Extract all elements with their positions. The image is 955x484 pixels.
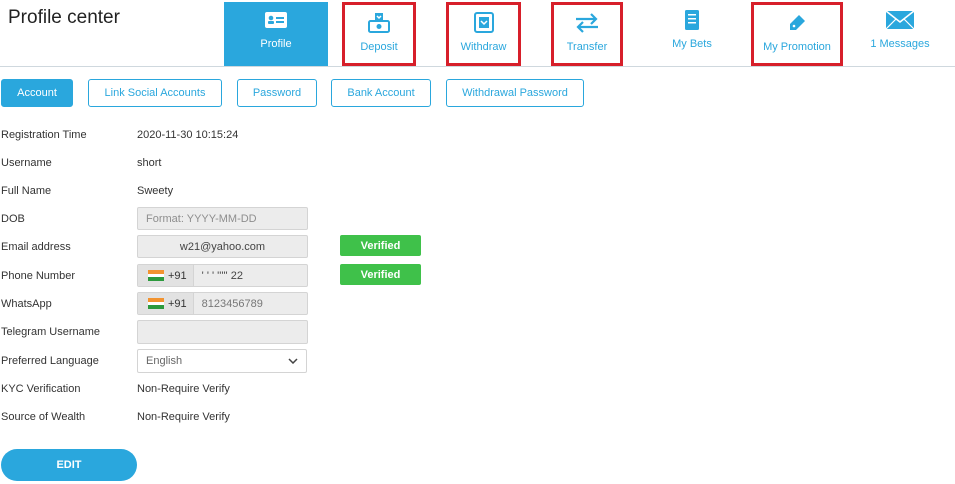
email-value: w21@yahoo.com [179,240,266,253]
dob-label: DOB [1,213,25,225]
header-divider [0,66,955,67]
deposit-icon [367,11,391,35]
whatsapp-field[interactable]: +91 8123456789 [137,292,308,315]
tab-my-bets-label: My Bets [672,38,712,50]
language-select[interactable]: English [137,349,307,373]
tab-messages[interactable]: 1 Messages [860,2,940,66]
username-value: short [137,157,162,169]
india-flag-icon [148,270,164,282]
language-selected: English [146,355,183,367]
tab-my-bets[interactable]: My Bets [654,2,730,66]
edit-button[interactable]: EDIT [1,449,137,481]
telegram-input[interactable] [138,326,307,338]
phone-label: Phone Number [1,270,75,282]
tab-withdraw[interactable]: Withdraw [446,2,521,66]
email-field: w21@yahoo.com [137,235,308,258]
tab-withdraw-label: Withdraw [460,41,507,53]
whatsapp-label: WhatsApp [1,298,52,310]
tab-messages-label: 1 Messages [870,38,930,50]
tab-deposit[interactable]: Deposit [342,2,416,66]
whatsapp-code-text: +91 [168,297,187,310]
subtab-account[interactable]: Account [1,79,73,107]
profile-card-icon [264,8,288,32]
tab-transfer-label: Transfer [566,41,608,53]
tab-my-promotion[interactable]: My Promotion [751,2,843,66]
registration-time-value: 2020-11-30 10:15:24 [137,129,239,141]
transfer-arrows-icon [574,11,600,35]
registration-time-label: Registration Time [1,129,87,141]
tab-deposit-label: Deposit [360,41,398,53]
telegram-label: Telegram Username [1,326,101,338]
chevron-down-icon [288,355,298,367]
tab-profile-label: Profile [260,38,292,50]
wealth-label: Source of Wealth [1,411,86,423]
phone-value: ' ' ' ''''' 22 [201,269,243,282]
dob-input[interactable] [138,212,307,225]
email-verified-badge: Verified [340,235,421,256]
tab-transfer[interactable]: Transfer [551,2,623,66]
subtab-bank-account[interactable]: Bank Account [331,79,431,107]
telegram-field[interactable] [137,320,308,344]
tab-profile[interactable]: Profile [224,2,328,66]
phone-verified-badge: Verified [340,264,421,285]
username-label: Username [1,157,52,169]
page-title: Profile center [8,7,120,28]
dob-field[interactable] [137,207,308,230]
language-label: Preferred Language [1,355,99,367]
full-name-value: Sweety [137,185,174,197]
phone-code-text: +91 [168,269,187,282]
whatsapp-country-code: +91 [138,293,194,314]
tag-icon [786,11,808,35]
whatsapp-value: 8123456789 [201,297,263,310]
phone-country-code: +91 [138,265,194,286]
atm-withdraw-icon [473,11,495,35]
wealth-value: Non-Require Verify [137,411,230,423]
kyc-label: KYC Verification [1,383,81,395]
full-name-label: Full Name [1,185,52,197]
envelope-icon [885,8,915,32]
india-flag-icon [148,298,164,310]
tab-my-promotion-label: My Promotion [763,41,831,53]
phone-field: +91 ' ' ' ''''' 22 [137,264,308,287]
kyc-value: Non-Require Verify [137,383,230,395]
subtab-withdrawal-password[interactable]: Withdrawal Password [446,79,584,107]
email-label: Email address [1,241,71,253]
bet-slip-icon [683,8,701,32]
subtab-password[interactable]: Password [237,79,317,107]
subtab-link-social-accounts[interactable]: Link Social Accounts [88,79,222,107]
